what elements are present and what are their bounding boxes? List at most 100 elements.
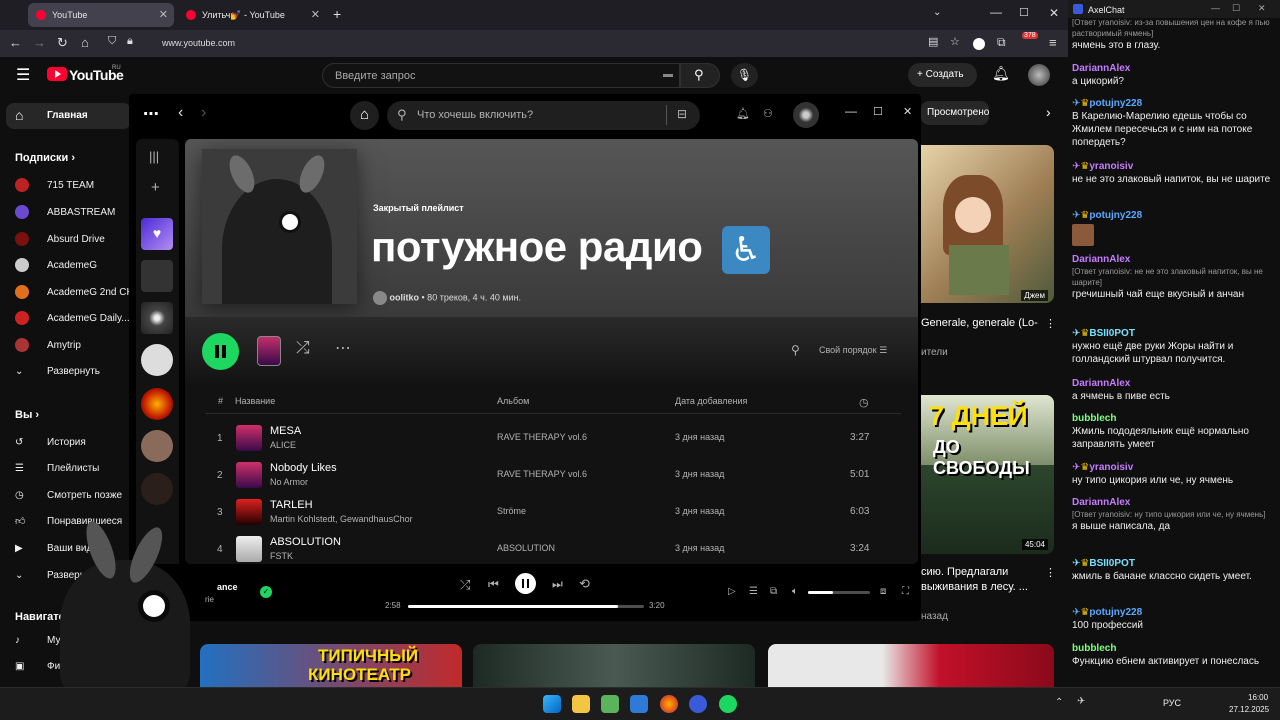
create-button[interactable]: + Создать bbox=[908, 63, 977, 87]
input-language[interactable]: РУС bbox=[1163, 698, 1181, 708]
friends-icon[interactable]: ⚇ bbox=[763, 107, 773, 120]
connect-device-icon[interactable]: ⧉ bbox=[770, 586, 777, 597]
queue-icon[interactable]: ☰ bbox=[749, 586, 758, 597]
video-thumbnail[interactable]: Джем bbox=[921, 145, 1054, 303]
sidebar-expand[interactable]: ⌄ Развернуть bbox=[15, 363, 100, 379]
home-icon[interactable]: ⌂ bbox=[81, 35, 89, 50]
windows-start-icon[interactable] bbox=[543, 695, 561, 713]
col-album[interactable]: Альбом bbox=[497, 396, 529, 406]
back-icon[interactable]: ‹ bbox=[178, 104, 183, 122]
sidebar-sub-academeg[interactable]: AcademeG bbox=[15, 257, 97, 273]
url-field[interactable]: www.youtube.com bbox=[162, 38, 235, 48]
playlist-cover[interactable] bbox=[141, 302, 173, 334]
profile-avatar[interactable] bbox=[793, 102, 819, 128]
youtube-search-input[interactable]: Введите запрос ▬ bbox=[322, 63, 680, 88]
forward-icon[interactable]: › bbox=[201, 104, 206, 122]
video-title-line2[interactable]: выживания в лесу. ... bbox=[921, 581, 1028, 593]
image-app-icon[interactable] bbox=[601, 695, 619, 713]
reload-icon[interactable]: ↻ bbox=[57, 35, 68, 51]
more-horiz-icon[interactable]: ⋯ bbox=[335, 338, 351, 358]
home-icon[interactable]: ⌂ bbox=[350, 101, 379, 130]
more-horiz-icon[interactable]: ⋯ bbox=[143, 104, 159, 124]
shuffle-icon[interactable]: ⤮ bbox=[460, 577, 470, 593]
add-icon[interactable]: + bbox=[151, 179, 160, 196]
sidebar-sub-abbastream[interactable]: ABBASTREAM bbox=[15, 204, 115, 220]
playlist-owner[interactable]: oolitko bbox=[390, 292, 420, 302]
artist-cover[interactable] bbox=[141, 430, 173, 462]
minimize-icon[interactable]: — bbox=[990, 5, 1002, 19]
now-playing-view-icon[interactable]: ▷ bbox=[728, 586, 736, 597]
volume-slider[interactable] bbox=[808, 591, 870, 594]
minimize-icon[interactable]: — bbox=[1211, 2, 1220, 15]
shuffle-icon[interactable]: ⤮ bbox=[296, 338, 310, 358]
artist-cover[interactable] bbox=[141, 344, 173, 376]
player-pause-button[interactable] bbox=[515, 573, 536, 594]
play-pause-button[interactable] bbox=[202, 333, 239, 370]
repeat-icon[interactable]: ⟲ bbox=[579, 576, 590, 592]
close-icon[interactable]: ✕ bbox=[1258, 2, 1266, 15]
bell-icon[interactable]: 🔔︎ bbox=[992, 65, 1010, 82]
maximize-icon[interactable]: ☐ bbox=[873, 105, 883, 118]
more-vert-icon[interactable]: ⋮ bbox=[1045, 317, 1056, 330]
sidebar-item-home[interactable]: ⌂ Главная bbox=[6, 103, 131, 129]
track-row[interactable]: 2 Nobody Likes No Armor RAVE THERAPY vol… bbox=[185, 456, 918, 493]
bell-icon[interactable]: 🔔︎ bbox=[736, 107, 750, 120]
browse-icon[interactable]: ⊟ bbox=[677, 107, 687, 121]
forward-icon[interactable]: → bbox=[33, 35, 46, 50]
video-thumbnail-3[interactable] bbox=[768, 644, 1054, 687]
close-window-icon[interactable]: ✕ bbox=[1049, 6, 1059, 20]
col-title[interactable]: Название bbox=[235, 396, 275, 406]
now-playing-title[interactable]: ance bbox=[217, 582, 238, 592]
video-title[interactable]: Generale, generale (Lo- bbox=[921, 317, 1039, 329]
search-icon[interactable]: ⚲ bbox=[791, 343, 800, 357]
progress-bar[interactable] bbox=[408, 605, 644, 608]
hamburger-icon[interactable]: ☰ bbox=[16, 65, 30, 85]
tray-icon[interactable]: ✈︎ bbox=[1077, 696, 1085, 707]
previous-icon[interactable]: ⏮︎ bbox=[488, 577, 499, 592]
back-icon[interactable]: ← bbox=[9, 35, 22, 50]
sidebar-sub-715team[interactable]: 715 TEAM bbox=[15, 177, 94, 193]
youtube-logo-icon[interactable] bbox=[47, 67, 67, 81]
sidebar-sub-academeg-2nd[interactable]: AcademeG 2nd CH bbox=[15, 284, 134, 300]
spotify-search-input[interactable]: ⚲ Что хочешь включить? ⊟ bbox=[387, 101, 700, 130]
minimize-icon[interactable]: — bbox=[845, 104, 857, 118]
track-row[interactable]: 3 TARLEH Martin Kohlstedt, GewandhausCho… bbox=[185, 493, 918, 530]
spotify-icon[interactable] bbox=[719, 695, 737, 713]
browser-tab-ulitich[interactable]: Улитьч💅 - YouTube ✕ bbox=[178, 3, 326, 27]
sort-button[interactable]: Свой порядок ☰ bbox=[819, 345, 887, 356]
chat-app-icon[interactable] bbox=[689, 695, 707, 713]
video-thumbnail-kino[interactable]: ТИПИЧНЫЙ КИНОТЕАТР bbox=[200, 644, 462, 687]
video-title-line1[interactable]: сию. Предлагали bbox=[921, 566, 1008, 578]
tray-chevron-icon[interactable]: ⌃ bbox=[1055, 697, 1063, 708]
sidebar-item-history[interactable]: ↺ История bbox=[15, 434, 86, 450]
puzzle-icon[interactable]: ⧉ bbox=[997, 35, 1006, 50]
playlist-cover[interactable] bbox=[141, 260, 173, 292]
firefox-icon[interactable] bbox=[660, 695, 678, 713]
maximize-icon[interactable]: ☐ bbox=[1019, 6, 1029, 19]
library-icon[interactable]: ||| bbox=[149, 149, 159, 164]
liked-songs-cover[interactable]: ♥ bbox=[141, 218, 173, 250]
reader-icon[interactable]: ▤ bbox=[928, 35, 938, 48]
subscriptions-header[interactable]: Подписки › bbox=[15, 152, 75, 164]
file-explorer-icon[interactable] bbox=[572, 695, 590, 713]
sidebar-sub-academeg-daily[interactable]: AcademeG Daily... bbox=[15, 310, 130, 326]
you-header[interactable]: Вы › bbox=[15, 409, 39, 421]
shield-icon[interactable]: ⛉ bbox=[108, 35, 116, 48]
sidebar-sub-absurd-drive[interactable]: Absurd Drive bbox=[15, 231, 105, 247]
chip-watched[interactable]: Просмотрено bbox=[921, 101, 989, 125]
new-tab-icon[interactable]: + bbox=[333, 6, 341, 22]
clock-time[interactable]: 16:00 bbox=[1248, 693, 1268, 702]
playlist-thumb-button[interactable] bbox=[257, 336, 281, 366]
next-icon[interactable]: ⏭︎ bbox=[552, 577, 563, 592]
bookmark-star-icon[interactable]: ☆ bbox=[950, 35, 960, 48]
close-tab-icon[interactable]: ✕ bbox=[159, 8, 168, 21]
chips-next-icon[interactable]: › bbox=[1046, 104, 1051, 120]
extension-icon[interactable] bbox=[973, 38, 985, 50]
close-icon[interactable]: ✕ bbox=[903, 105, 912, 118]
youtube-search-button[interactable]: ⚲ bbox=[680, 63, 720, 88]
check-icon[interactable]: ✓ bbox=[260, 586, 272, 598]
tab-list-chevron-icon[interactable]: ⌄ bbox=[933, 7, 941, 18]
video-thumbnail-2[interactable] bbox=[473, 644, 755, 687]
track-row[interactable]: 1 MESA ALICE RAVE THERAPY vol.6 3 дня на… bbox=[185, 419, 918, 456]
sidebar-item-playlists[interactable]: ☰ Плейлисты bbox=[15, 460, 99, 476]
